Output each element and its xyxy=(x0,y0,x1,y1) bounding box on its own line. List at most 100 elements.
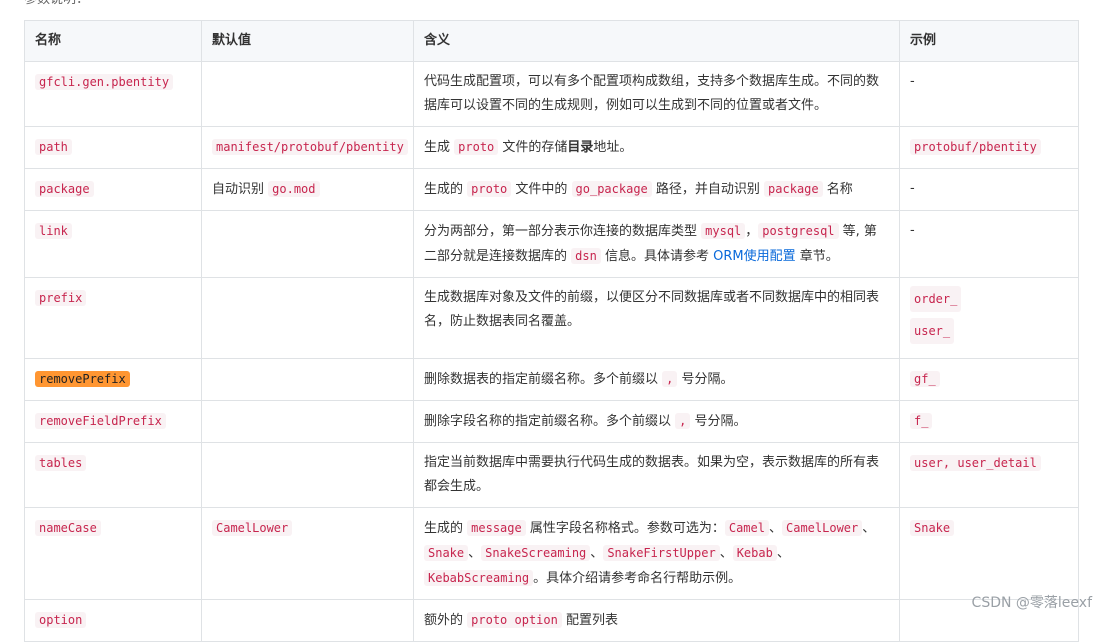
desc-text: 文件中的 xyxy=(511,182,572,197)
param-name: link xyxy=(35,223,72,239)
desc-code: postgresql xyxy=(758,223,839,239)
desc-text: 生成的 xyxy=(424,182,468,197)
desc-code: KebabScreaming xyxy=(424,570,534,586)
cell-name: option xyxy=(24,599,202,642)
cell-name: link xyxy=(24,210,202,278)
cell-desc: 生成的 message 属性字段名称格式。参数可选为： Camel、 CamelLo… xyxy=(413,507,900,600)
cell-example: Snake xyxy=(899,507,1079,600)
params-table: 名称 默认值 含义 示例 gfcli.gen.pbentity 代码生成配置项，… xyxy=(24,20,1079,642)
desc-text: 、 xyxy=(862,521,876,536)
desc-text: 、 xyxy=(768,521,782,536)
cell-desc: 生成数据库对象及文件的前缀，以便区分不同数据库或者不同数据库中的相同表名，防止数… xyxy=(413,277,900,359)
header-default: 默认值 xyxy=(201,20,414,62)
desc-text: 路径，并自动识别 xyxy=(651,182,765,197)
param-name: tables xyxy=(35,455,87,471)
param-name: nameCase xyxy=(35,520,101,536)
desc-text: 号分隔。 xyxy=(677,372,734,387)
cell-example: - xyxy=(899,61,1079,127)
table-row: package 自动识别 go.mod 生成的 proto 文件中的 go_pa… xyxy=(24,168,1079,211)
cell-name: prefix xyxy=(24,277,202,359)
table-row: prefix 生成数据库对象及文件的前缀，以便区分不同数据库或者不同数据库中的相… xyxy=(24,277,1079,359)
table-header-row: 名称 默认值 含义 示例 xyxy=(24,20,1079,62)
cell-example: order_ user_ xyxy=(899,277,1079,359)
cell-name: nameCase xyxy=(24,507,202,600)
cell-default: 自动识别 go.mod xyxy=(201,168,414,211)
desc-text: 属性字段名称格式。参数可选为： xyxy=(525,521,725,536)
desc-text: 、 xyxy=(776,546,790,561)
desc-text: 、 xyxy=(719,546,733,561)
cell-name: gfcli.gen.pbentity xyxy=(24,61,202,127)
table-row: nameCase CamelLower 生成的 message 属性字段名称格式… xyxy=(24,507,1079,600)
desc-code: go_package xyxy=(571,181,652,197)
cell-name: package xyxy=(24,168,202,211)
cell-default xyxy=(201,277,414,359)
table-row: option 额外的 proto option 配置列表 xyxy=(24,599,1079,642)
default-text: 自动识别 xyxy=(212,182,269,197)
desc-code: proto xyxy=(467,181,512,197)
param-name-highlighted: removePrefix xyxy=(35,371,130,387)
cell-default xyxy=(201,442,414,508)
cell-desc: 额外的 proto option 配置列表 xyxy=(413,599,900,642)
desc-code: CamelLower xyxy=(782,520,863,536)
desc-text: 文件的存储 xyxy=(498,140,568,155)
desc-code: mysql xyxy=(701,223,746,239)
desc-text: 生成的 xyxy=(424,521,468,536)
cell-desc: 指定当前数据库中需要执行代码生成的数据表。如果为空，表示数据库的所有表都会生成。 xyxy=(413,442,900,508)
cell-default xyxy=(201,400,414,443)
header-name: 名称 xyxy=(24,20,202,62)
param-name: gfcli.gen.pbentity xyxy=(35,74,174,90)
default-code: CamelLower xyxy=(212,520,293,536)
orm-config-link[interactable]: ORM使用配置 xyxy=(713,249,795,264)
cell-name: tables xyxy=(24,442,202,508)
cell-default xyxy=(201,210,414,278)
table-row: removePrefix 删除数据表的指定前缀名称。多个前缀以 , 号分隔。 g… xyxy=(24,358,1079,401)
table-row: link 分为两部分，第一部分表示你连接的数据库类型 mysql， postgre… xyxy=(24,210,1079,278)
header-example: 示例 xyxy=(899,20,1079,62)
example-code: user, user_detail xyxy=(910,455,1041,471)
table-row: path manifest/protobuf/pbentity 生成 proto… xyxy=(24,126,1079,169)
cell-desc: 代码生成配置项，可以有多个配置项构成数组，支持多个数据库生成。不同的数据库可以设… xyxy=(413,61,900,127)
desc-code: dsn xyxy=(571,248,601,264)
example-code: Snake xyxy=(910,520,955,536)
desc-text: 号分隔。 xyxy=(690,414,747,429)
cell-default: manifest/protobuf/pbentity xyxy=(201,126,414,169)
cell-example: protobuf/pbentity xyxy=(899,126,1079,169)
param-name: option xyxy=(35,612,87,628)
example-code: order_ xyxy=(910,286,962,312)
desc-bold: 目录 xyxy=(567,140,594,155)
desc-text: 配置列表 xyxy=(561,613,618,628)
desc-text: 、 xyxy=(590,546,604,561)
cell-default xyxy=(201,599,414,642)
example-code: protobuf/pbentity xyxy=(910,139,1041,155)
param-name: package xyxy=(35,181,94,197)
default-code: manifest/protobuf/pbentity xyxy=(212,139,408,155)
cell-desc: 生成 proto 文件的存储目录地址。 xyxy=(413,126,900,169)
param-name: removeFieldPrefix xyxy=(35,413,166,429)
cell-desc: 分为两部分，第一部分表示你连接的数据库类型 mysql， postgresql 等… xyxy=(413,210,900,278)
desc-text: 地址。 xyxy=(593,140,633,155)
desc-code: Snake xyxy=(424,545,469,561)
desc-text: 名称 xyxy=(822,182,853,197)
cell-default xyxy=(201,61,414,127)
desc-text: ， xyxy=(745,224,759,239)
cell-example: - xyxy=(899,168,1079,211)
param-name: prefix xyxy=(35,290,87,306)
param-name: path xyxy=(35,139,72,155)
desc-code: proto option xyxy=(467,612,562,628)
desc-text: 信息。具体请参考 xyxy=(600,249,714,264)
cell-name: removeFieldPrefix xyxy=(24,400,202,443)
cell-name: removePrefix xyxy=(24,358,202,401)
intro-text: 参数说明： xyxy=(24,0,89,8)
cell-name: path xyxy=(24,126,202,169)
default-code: go.mod xyxy=(268,181,320,197)
desc-code: message xyxy=(467,520,526,536)
desc-code: package xyxy=(764,181,823,197)
csdn-watermark: CSDN @零落leexf xyxy=(971,595,1092,611)
desc-code: , xyxy=(675,413,691,429)
desc-text: 额外的 xyxy=(424,613,468,628)
header-meaning: 含义 xyxy=(413,20,900,62)
table-row: tables 指定当前数据库中需要执行代码生成的数据表。如果为空，表示数据库的所… xyxy=(24,442,1079,508)
table-row: removeFieldPrefix 删除字段名称的指定前缀名称。多个前缀以 , … xyxy=(24,400,1079,443)
example-code: gf_ xyxy=(910,371,940,387)
desc-text: 删除字段名称的指定前缀名称。多个前缀以 xyxy=(424,414,676,429)
